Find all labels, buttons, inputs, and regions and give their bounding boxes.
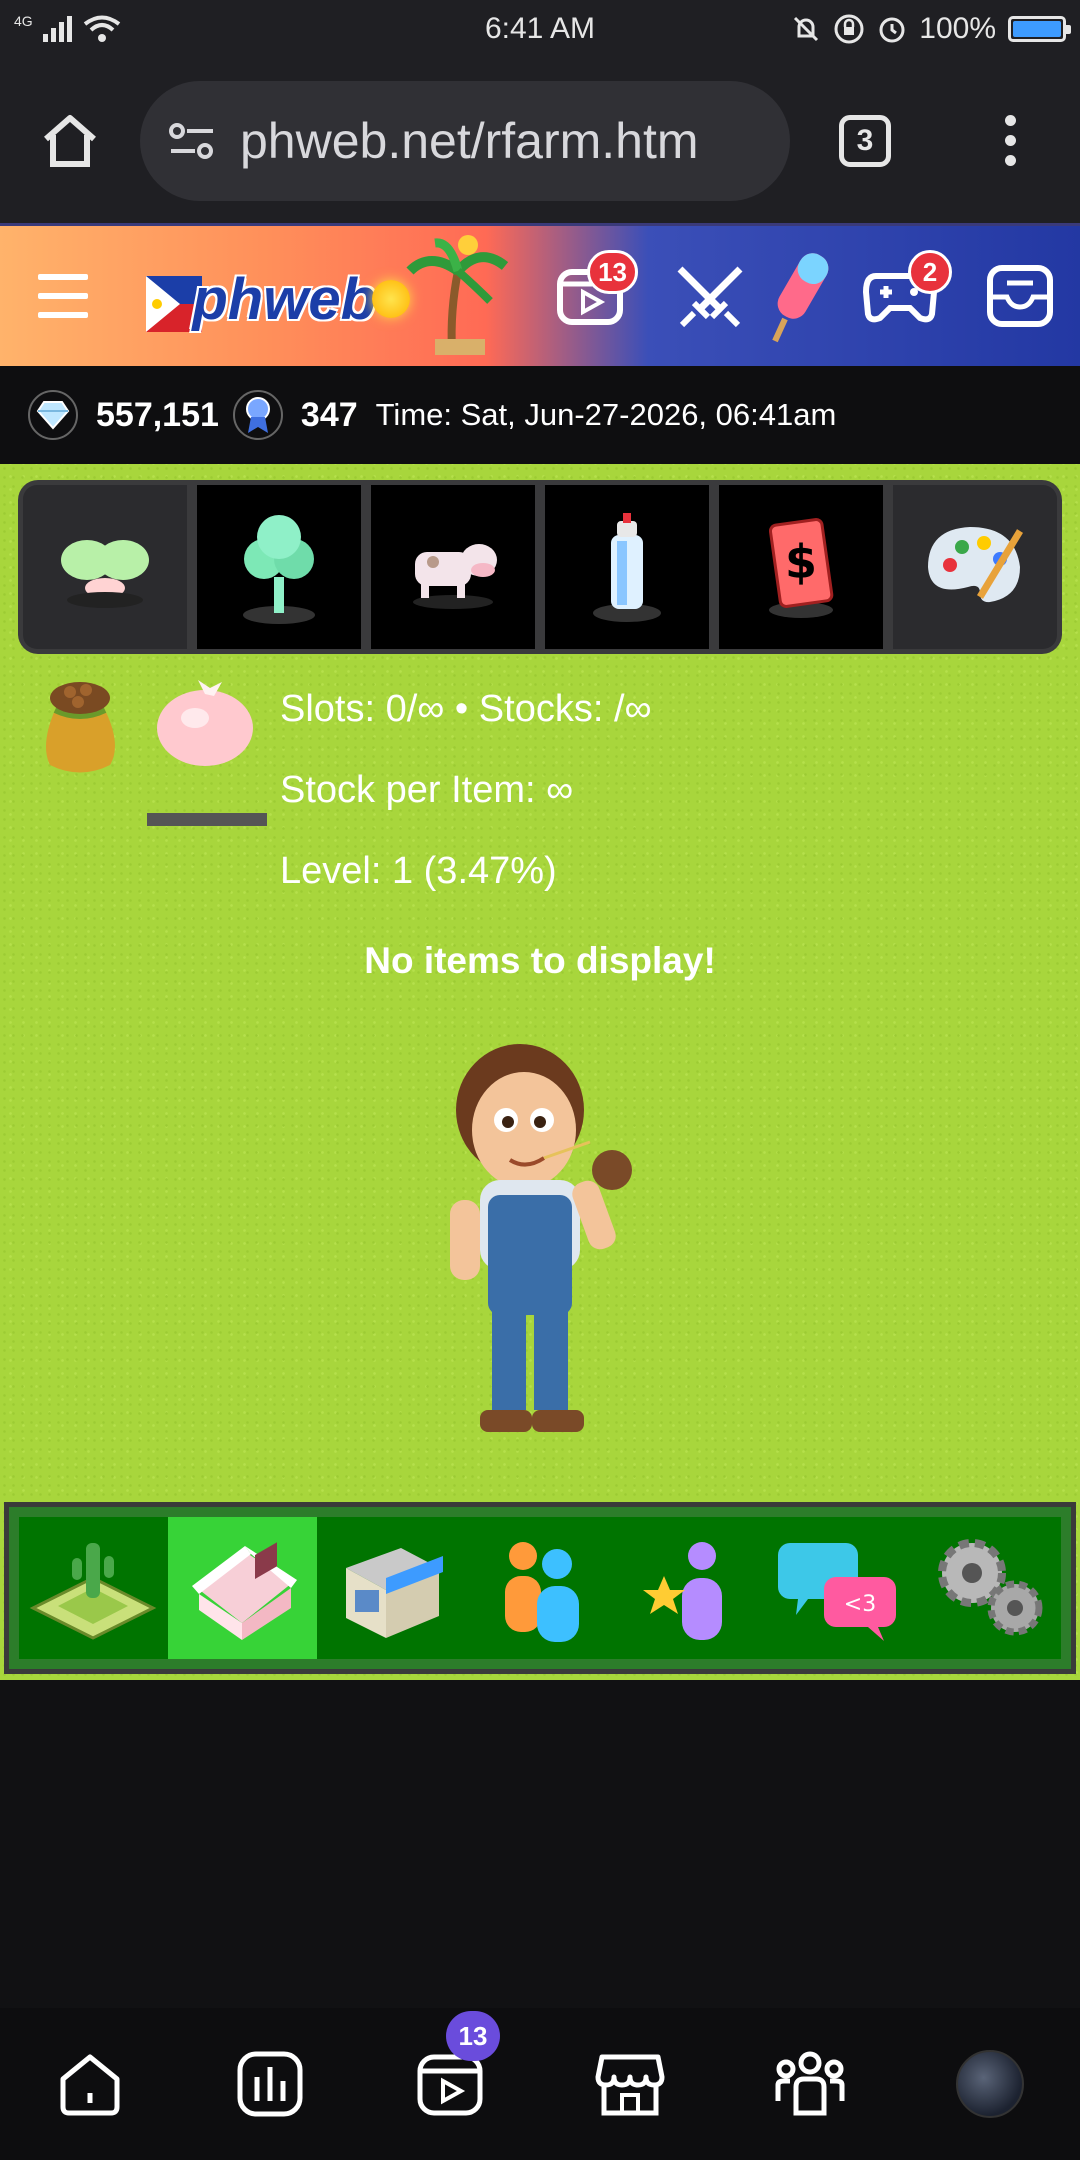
paint-palette-icon [928, 527, 1023, 603]
stock-per-item-text: Stock per Item: ∞ [280, 769, 574, 811]
site-settings-icon[interactable] [162, 111, 222, 171]
nav-home[interactable] [0, 2049, 180, 2119]
profile-avatar [956, 2050, 1024, 2118]
category-spray[interactable] [545, 485, 709, 649]
tab-messages[interactable]: <3 [763, 1517, 912, 1659]
site-logo[interactable]: phweb [120, 246, 411, 346]
svg-text:$: $ [785, 535, 817, 589]
farm-land-icon [30, 1543, 157, 1640]
nav-groups[interactable] [720, 2049, 900, 2119]
address-bar[interactable]: phweb.net/rfarm.htm [140, 80, 790, 201]
tab-barn[interactable] [167, 1517, 317, 1659]
alarm-icon [879, 17, 905, 43]
status-bar: 4G 6:41 AM 100% [0, 0, 1080, 58]
category-money[interactable]: $ [719, 485, 883, 649]
server-time: Time: Sat, Jun-27-2026, 06:41am [375, 397, 837, 432]
palm-tree-icon [380, 231, 530, 361]
videos-button[interactable]: 13 [530, 236, 650, 356]
level-text: Level: 1 (3.47%) [280, 850, 557, 892]
category-bar: $ [18, 480, 1062, 654]
stats-icon [237, 2051, 303, 2117]
category-tree[interactable] [197, 485, 361, 649]
groups-icon [775, 2051, 845, 2116]
signal-icon [42, 16, 72, 42]
diamond-icon [28, 390, 78, 440]
nav-profile[interactable] [900, 2050, 1080, 2118]
bottom-navigation: 13 [0, 2008, 1080, 2160]
browser-menu-button[interactable] [940, 115, 1080, 166]
browser-toolbar: phweb.net/rfarm.htm 3 [0, 58, 1080, 223]
cow-icon [413, 544, 497, 609]
tomato-icon[interactable] [150, 670, 260, 770]
friends-icon [505, 1542, 579, 1642]
browser-home-button[interactable] [0, 113, 140, 169]
messages-icon: <3 [777, 1543, 896, 1641]
nav-stats[interactable] [180, 2049, 360, 2119]
logo-text: phweb [192, 267, 377, 332]
barn-icon [192, 1542, 298, 1640]
tab-count: 3 [839, 114, 891, 167]
clock: 6:41 AM [484, 12, 596, 45]
lock-rotation-icon [834, 14, 864, 44]
seedling-icon [61, 540, 149, 608]
category-cow[interactable] [371, 485, 535, 649]
battery-icon [1008, 16, 1071, 42]
tab-favorites[interactable] [614, 1517, 763, 1659]
shop-icon [346, 1548, 444, 1638]
money-card-icon: $ [768, 518, 834, 618]
empty-message: No items to display! [364, 940, 716, 981]
selection-indicator [147, 813, 267, 826]
settings-gears-icon [937, 1539, 1043, 1636]
mute-bell-icon [794, 16, 819, 42]
medal-count: 347 [300, 395, 358, 434]
home-icon [60, 2054, 120, 2116]
category-seedling[interactable] [23, 485, 187, 649]
category-palette[interactable] [893, 485, 1057, 649]
site-header: phweb 13 2 [0, 223, 1080, 366]
popsicle-decoration [770, 236, 840, 356]
videos-badge: 13 [587, 250, 638, 294]
game-bottom-bar: <3 [4, 1502, 1076, 1674]
farmer-character [450, 1044, 632, 1432]
more-vert-icon [1004, 115, 1016, 166]
wifi-icon [83, 15, 120, 42]
network-type: 4G [14, 13, 33, 29]
tab-friends[interactable] [466, 1517, 615, 1659]
url-text: phweb.net/rfarm.htm [240, 112, 699, 169]
inbox-icon [987, 265, 1053, 327]
reels-badge: 13 [446, 2011, 500, 2061]
svg-text:<3: <3 [844, 1592, 876, 1617]
inbox-button[interactable] [960, 236, 1080, 356]
medal-icon [232, 390, 283, 440]
battle-icon [677, 266, 743, 328]
diamond-count: 557,151 [96, 395, 219, 434]
seed-sack-icon [46, 682, 115, 773]
games-badge: 2 [908, 250, 952, 294]
battle-button[interactable] [650, 236, 770, 356]
spray-can-icon [593, 513, 661, 622]
home-icon [44, 114, 96, 167]
nav-store[interactable] [540, 2049, 720, 2119]
battery-percent: 100% [919, 12, 996, 45]
favorites-icon [642, 1542, 722, 1640]
hamburger-menu-icon[interactable] [0, 274, 120, 318]
tab-switcher-button[interactable]: 3 [790, 114, 940, 167]
tab-shop[interactable] [317, 1517, 466, 1659]
games-button[interactable]: 2 [840, 236, 960, 356]
store-icon [595, 2054, 665, 2116]
tab-farm-land[interactable] [19, 1517, 168, 1659]
nav-reels[interactable]: 13 [360, 2011, 540, 2119]
slots-text: Slots: 0/∞ • Stocks: /∞ [280, 688, 652, 730]
tab-settings[interactable] [912, 1517, 1061, 1659]
tree-icon [243, 515, 315, 624]
stats-bar: 557,151 347 Time: Sat, Jun-27-2026, 06:4… [0, 366, 1080, 464]
